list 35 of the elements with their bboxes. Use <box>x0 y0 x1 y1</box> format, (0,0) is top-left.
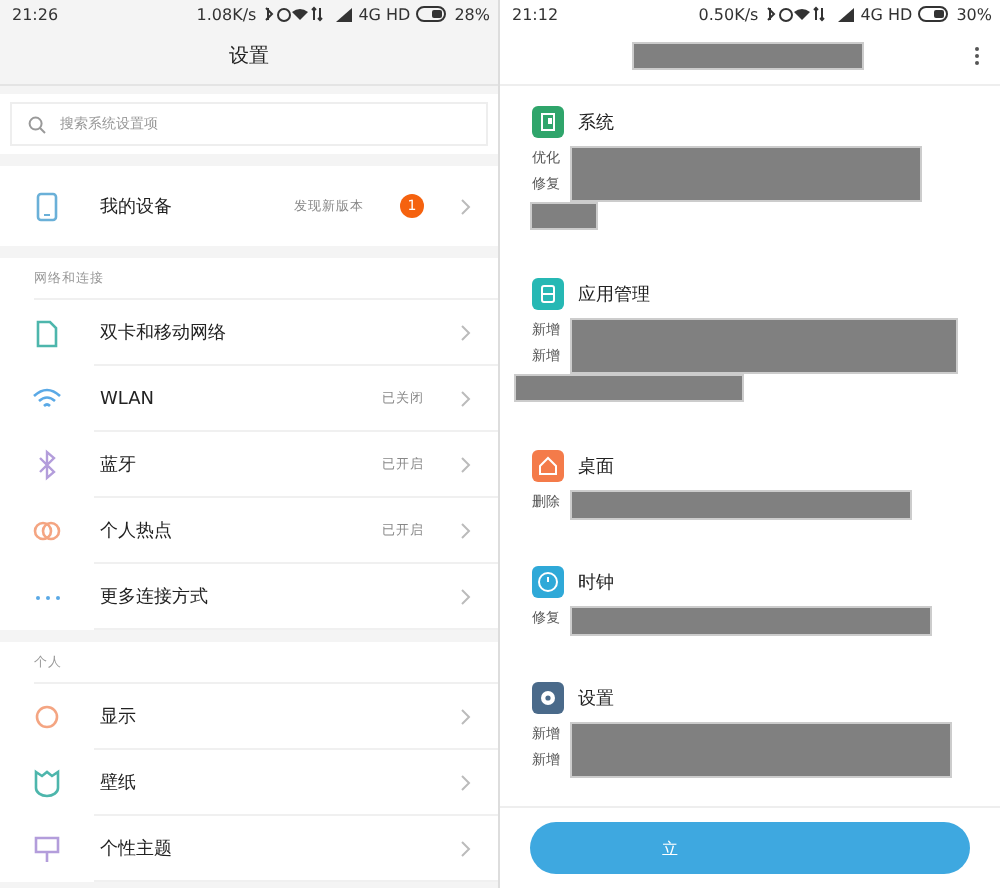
settings-item[interactable]: 双卡和移动网络 <box>0 300 498 366</box>
clock-time: 21:12 <box>512 5 559 23</box>
more-icon <box>974 46 980 66</box>
chevron-icon <box>460 197 472 215</box>
section-title: 时钟 <box>578 571 614 595</box>
chevron-icon <box>460 456 472 474</box>
section-title: 系统 <box>578 111 614 135</box>
network-type: 4G HD <box>860 5 913 23</box>
section-title: 设置 <box>578 687 614 711</box>
settings-item[interactable]: 个性主题 <box>0 816 498 882</box>
signal-icon <box>336 7 353 21</box>
signal-icon <box>838 7 855 21</box>
settings-item[interactable]: 更多连接方式 <box>0 564 498 630</box>
battery-icon <box>918 6 951 22</box>
settings-item[interactable]: 壁纸 <box>0 750 498 816</box>
section-title: 桌面 <box>578 455 614 479</box>
chevron-icon <box>460 390 472 408</box>
network-type: 4G HD <box>358 5 411 23</box>
chevron-icon <box>460 522 472 540</box>
network-speed: 0.50K/s <box>698 5 759 23</box>
section-title: 应用管理 <box>578 283 650 307</box>
chevron-icon <box>460 324 472 342</box>
network-speed: 1.08K/s <box>196 5 257 23</box>
chevron-icon <box>460 708 472 726</box>
chevron-icon <box>460 588 472 606</box>
tulip-icon <box>30 766 64 800</box>
battery-percent: 28% <box>454 5 490 23</box>
battery-icon <box>416 6 449 22</box>
settings-item[interactable]: 显示 <box>0 684 498 750</box>
chevron-icon <box>460 774 472 792</box>
clock-time: 21:26 <box>12 5 59 23</box>
battery-percent: 30% <box>956 5 992 23</box>
screen-title: 设置 <box>229 43 269 70</box>
chevron-icon <box>460 840 472 858</box>
search-icon <box>28 115 46 133</box>
